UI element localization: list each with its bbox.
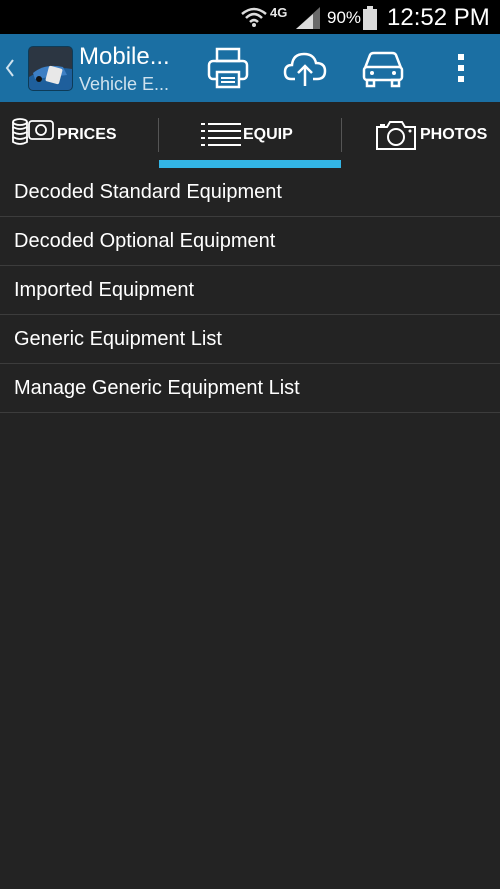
print-icon[interactable] [206,46,250,90]
action-bar: Mobile... Vehicle E... [0,34,500,102]
list-item[interactable]: Generic Equipment List [0,315,500,364]
list-item[interactable]: Decoded Standard Equipment [0,168,500,217]
app-subtitle: Vehicle E... [79,74,170,94]
tab-photos[interactable]: PHOTOS [342,102,500,168]
list-item-label: Manage Generic Equipment List [14,377,300,399]
back-chevron-icon[interactable] [3,56,17,80]
list-icon [201,123,241,146]
list-item[interactable]: Manage Generic Equipment List [0,364,500,413]
tab-prices-label: PRICES [57,126,117,143]
wifi-icon [241,7,267,27]
list-item-label: Decoded Standard Equipment [14,181,282,203]
battery-percent: 90% [327,8,362,27]
list-item-label: Decoded Optional Equipment [14,230,276,252]
status-bar: 4G 90% 12:52 PM [0,0,500,34]
tab-prices[interactable]: PRICES [0,102,158,168]
equipment-list: Decoded Standard Equipment Decoded Optio… [0,168,500,413]
tab-equip[interactable]: EQUIP [159,102,341,168]
camera-icon [376,121,416,150]
app-logo[interactable] [28,46,73,91]
cloud-upload-icon[interactable] [283,46,327,90]
battery-icon [363,6,377,30]
tab-photos-label: PHOTOS [420,126,488,143]
tab-bar: PRICES EQUIP PHOTOS [0,102,500,168]
signal-strength-icon [296,7,320,29]
selected-tab-indicator [159,160,341,168]
list-item[interactable]: Imported Equipment [0,266,500,315]
network-type-label: 4G [270,5,288,20]
list-item-label: Imported Equipment [14,279,195,301]
overflow-menu-icon[interactable] [439,46,483,90]
list-item[interactable]: Decoded Optional Equipment [0,217,500,266]
app-logo-icon [29,47,72,90]
car-icon[interactable] [361,46,405,90]
tab-equip-label: EQUIP [243,126,293,143]
prices-icon [12,118,54,145]
app-title: Mobile... [79,43,170,70]
list-item-label: Generic Equipment List [14,328,222,350]
status-time: 12:52 PM [387,4,490,31]
